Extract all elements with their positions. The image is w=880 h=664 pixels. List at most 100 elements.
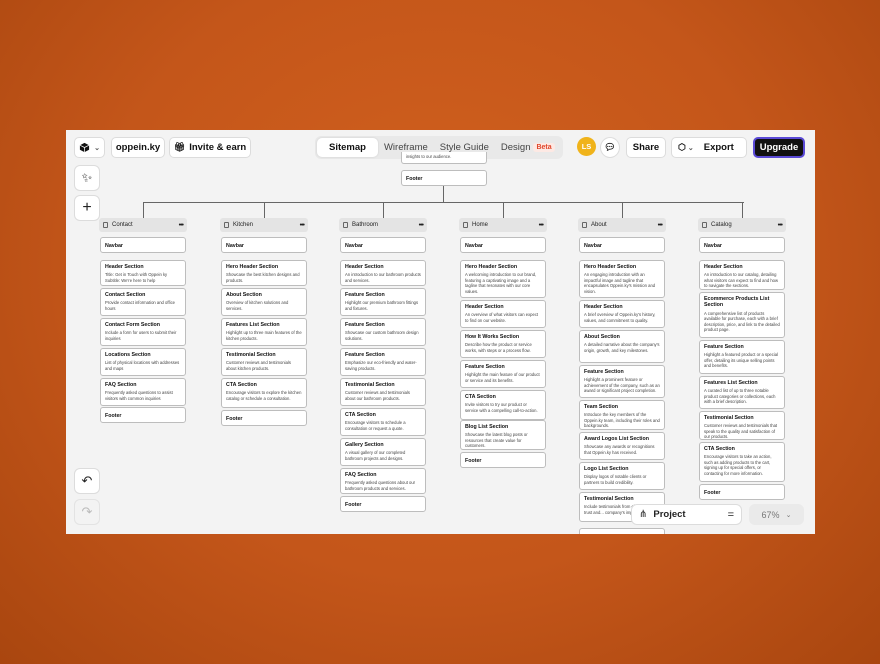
section-card[interactable]: Footer	[221, 410, 307, 426]
section-card[interactable]: Header Section An overview of what visito…	[460, 300, 546, 328]
section-card[interactable]: Features List Section Highlight up to thr…	[221, 318, 307, 346]
root-desc: insights to our audience.	[406, 154, 452, 159]
tab-sitemap[interactable]: Sitemap	[317, 138, 378, 157]
section-card[interactable]: FAQ Section Frequently asked questions to…	[100, 378, 186, 406]
section-card[interactable]: Feature Section Highlight a prominent fea…	[579, 365, 665, 398]
card-description: Showcase our custom bathroom design solu…	[345, 330, 419, 341]
section-card[interactable]: Footer	[100, 407, 186, 423]
section-card[interactable]: Feature Section Highlight the main featur…	[460, 360, 546, 388]
tab-design[interactable]: Design Beta	[495, 138, 561, 157]
section-card[interactable]: CTA Section Invite visitors to try our pr…	[460, 390, 546, 420]
more-options-icon[interactable]: •••	[179, 222, 184, 229]
root-footer-card[interactable]: Footer	[401, 170, 487, 186]
section-card[interactable]: Testimonial Section Customer reviews and …	[699, 411, 785, 440]
card-title: Feature Section	[345, 292, 385, 298]
section-card[interactable]: Navbar	[221, 237, 307, 253]
zoom-control[interactable]: 67% ⌄	[749, 504, 804, 525]
section-card[interactable]: About Section A detailed narrative about …	[579, 330, 665, 363]
section-card[interactable]: Header Section A brief overview of Oppein…	[579, 300, 665, 328]
page-icon	[224, 222, 229, 228]
section-card[interactable]: Navbar	[699, 237, 785, 253]
section-card[interactable]: Hero Header Section An engaging introduct…	[579, 260, 665, 298]
section-card[interactable]: Feature Section Emphasize our eco-friendl…	[340, 348, 426, 376]
card-title: Ecommerce Products List Section	[704, 296, 770, 309]
home-root-card[interactable]: insights to our audience.	[401, 152, 487, 164]
card-title: Header Section	[584, 304, 623, 310]
page-icon	[103, 222, 108, 228]
section-card[interactable]: Hero Header Section Showcase the best kit…	[221, 260, 307, 286]
section-card[interactable]: CTA Section	[579, 528, 665, 534]
section-card[interactable]: Testimonial Section Customer reviews and …	[340, 378, 426, 406]
section-card[interactable]: Contact Form Section Include a form for u…	[100, 318, 186, 346]
section-card[interactable]: Hero Header Section A welcoming introduct…	[460, 260, 546, 298]
section-card[interactable]: CTA Section Encourage visitors to take an…	[699, 442, 785, 482]
more-options-icon[interactable]: •••	[539, 222, 544, 229]
section-card[interactable]: Ecommerce Products List Section A compreh…	[699, 292, 785, 338]
section-card[interactable]: Locations Section List of physical locati…	[100, 348, 186, 376]
section-card[interactable]: Footer	[699, 484, 785, 500]
section-card[interactable]: About Section Overview of kitchen solutio…	[221, 288, 307, 316]
section-card[interactable]: Logo List Section Display logos of notabl…	[579, 462, 665, 490]
connector-line	[264, 202, 265, 218]
card-description: Customer reviews and testimonials about …	[226, 360, 291, 371]
section-card[interactable]: Header Section Title: Get in Touch with O…	[100, 260, 186, 286]
card-title: About Section	[584, 334, 620, 340]
card-description: A detailed narrative about the company's…	[584, 342, 660, 353]
invite-button[interactable]: 🎁︎ Invite & earn	[169, 137, 251, 158]
section-card[interactable]: Blog List Section Showcase the latest blo…	[460, 420, 546, 450]
page-header-about[interactable]: About •••	[578, 218, 666, 232]
section-card[interactable]: How It Works Section Describe how the pro…	[460, 330, 546, 358]
section-card[interactable]: Gallery Section A visual gallery of our c…	[340, 438, 426, 466]
section-card[interactable]: Feature Section Showcase our custom bathr…	[340, 318, 426, 346]
card-title: Hero Header Section	[584, 264, 637, 270]
card-title: Header Section	[345, 264, 384, 270]
card-title: Blog List Section	[465, 424, 509, 430]
page-header-kitchen[interactable]: Kitchen •••	[220, 218, 308, 232]
section-card[interactable]: FAQ Section Frequently asked questions ab…	[340, 468, 426, 494]
more-options-icon[interactable]: •••	[419, 222, 424, 229]
page-icon	[582, 222, 587, 228]
more-options-icon[interactable]: •••	[778, 222, 783, 229]
project-menu[interactable]: ⋔ Project =	[631, 504, 742, 525]
card-title: About Section	[226, 292, 262, 298]
logo-menu-button[interactable]: ⌄	[74, 137, 105, 158]
section-card[interactable]: CTA Section Encourage visitors to schedul…	[340, 408, 426, 436]
section-card[interactable]: Navbar	[579, 237, 665, 253]
avatar[interactable]: LS	[577, 137, 596, 156]
page-header-home[interactable]: Home •••	[459, 218, 547, 232]
export-button[interactable]: ⬡ ⌄ Export	[671, 137, 747, 158]
section-card[interactable]: Header Section An introduction to our bat…	[340, 260, 426, 286]
card-title: Logo List Section	[584, 466, 629, 472]
section-card[interactable]: Team Section Introduce the key members of…	[579, 400, 665, 430]
page-header-bathroom[interactable]: Bathroom •••	[339, 218, 427, 232]
section-card[interactable]: Navbar	[460, 237, 546, 253]
card-title: Locations Section	[105, 352, 151, 358]
more-options-icon[interactable]: •••	[658, 222, 663, 229]
card-title: Navbar	[105, 243, 123, 249]
card-description: Introduce the key members of the Oppein.…	[584, 412, 660, 429]
section-card[interactable]: Award Logos List Section Showcase any awa…	[579, 432, 665, 460]
section-card[interactable]: Header Section An introduction to our cat…	[699, 260, 785, 290]
share-button[interactable]: Share	[626, 137, 666, 158]
sitemap-tree-icon: ⋔	[639, 509, 648, 520]
section-card[interactable]: CTA Section Encourage visitors to explore…	[221, 378, 307, 408]
more-options-icon[interactable]: •••	[300, 222, 305, 229]
section-card[interactable]: Feature Section Highlight our premium bat…	[340, 288, 426, 316]
card-title: Header Section	[105, 264, 144, 270]
card-description: Highlight a featured product or a specia…	[704, 352, 779, 369]
section-card[interactable]: Navbar	[340, 237, 426, 253]
upgrade-button[interactable]: Upgrade	[753, 137, 805, 158]
section-card[interactable]: Contact Section Provide contact informati…	[100, 288, 186, 316]
comments-button[interactable]: 💬︎	[600, 137, 620, 158]
page-header-contact[interactable]: Contact •••	[99, 218, 187, 232]
section-card[interactable]: Navbar	[100, 237, 186, 253]
page-name: Home	[472, 222, 489, 228]
connector-line	[742, 202, 743, 218]
section-card[interactable]: Feature Section Highlight a featured prod…	[699, 340, 785, 374]
section-card[interactable]: Footer	[340, 496, 426, 512]
section-card[interactable]: Testimonial Section Customer reviews and …	[221, 348, 307, 376]
section-card[interactable]: Footer	[460, 452, 546, 468]
page-header-catalog[interactable]: Catalog •••	[698, 218, 786, 232]
project-name-button[interactable]: oppein.ky	[111, 137, 165, 158]
section-card[interactable]: Features List Section A curated list of u…	[699, 376, 785, 409]
